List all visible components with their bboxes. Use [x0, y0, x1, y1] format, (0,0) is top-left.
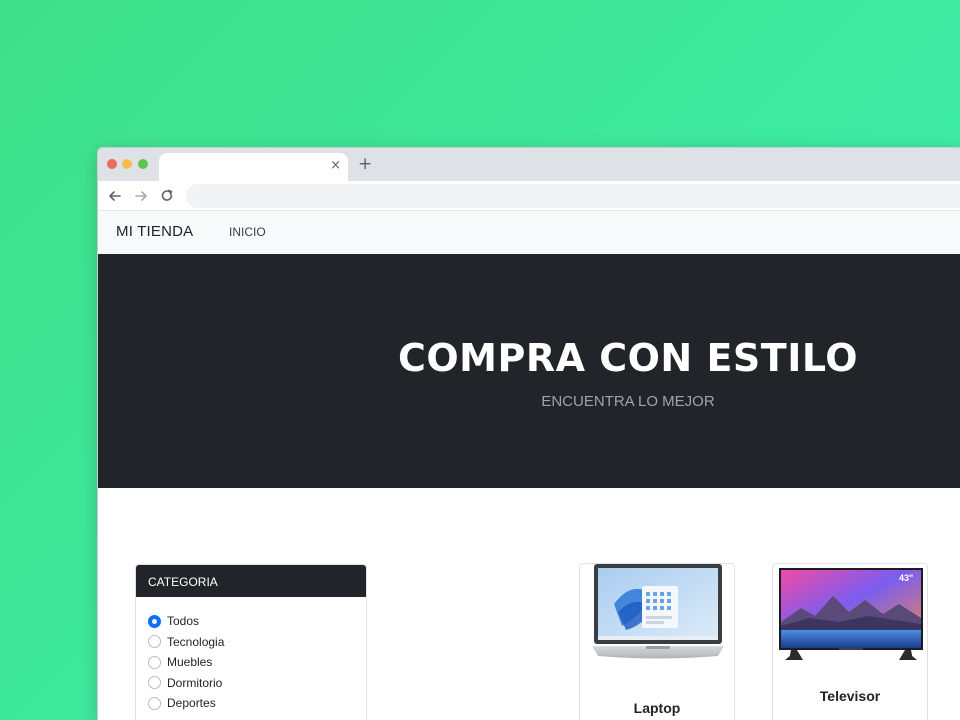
category-option-todos[interactable]: Todos	[148, 611, 354, 632]
product-name: Laptop	[633, 700, 681, 716]
category-label: Dormitorio	[167, 675, 223, 690]
category-label: Muebles	[167, 655, 213, 670]
product-card-tv[interactable]: 43" Televisor	[772, 563, 928, 720]
hero-subtitle: ENCUENTRA LO MEJOR	[541, 393, 715, 410]
hero-title: COMPRA CON ESTILO	[397, 336, 859, 380]
maximize-window-dot[interactable]	[138, 159, 148, 169]
reload-icon[interactable]	[158, 187, 176, 205]
hero-banner: COMPRA CON ESTILO ENCUENTRA LO MEJOR	[98, 254, 960, 488]
category-option-dormitorio[interactable]: Dormitorio	[148, 673, 354, 694]
radio-button[interactable]	[148, 696, 161, 710]
category-filter-card: CATEGORIA Todos Tecnologia Muebles Dormi…	[135, 564, 367, 720]
tv-size-badge: 43"	[899, 573, 913, 583]
minimize-window-dot[interactable]	[122, 159, 132, 169]
tab-bar: × +	[98, 148, 960, 181]
address-bar	[98, 181, 960, 211]
category-header: CATEGORIA	[136, 565, 366, 597]
product-name: Televisor	[819, 688, 881, 704]
page-content: MI TIENDA INICIO COMPRA CON ESTILO ENCUE…	[98, 211, 960, 720]
back-arrow-icon[interactable]	[106, 187, 124, 205]
radio-button-checked[interactable]	[148, 614, 161, 628]
product-card-laptop[interactable]: Laptop	[579, 563, 735, 720]
close-window-dot[interactable]	[107, 159, 117, 169]
category-option-deportes[interactable]: Deportes	[148, 693, 354, 714]
new-tab-icon[interactable]: +	[358, 155, 372, 173]
site-navbar: MI TIENDA INICIO	[98, 211, 960, 254]
close-tab-icon[interactable]: ×	[330, 158, 341, 174]
tv-image: 43"	[779, 568, 923, 660]
browser-tab[interactable]: ×	[159, 153, 348, 181]
category-list: Todos Tecnologia Muebles Dormitorio Depo…	[136, 597, 366, 714]
radio-button[interactable]	[148, 635, 161, 649]
laptop-image	[592, 564, 724, 659]
browser-window: × + MI TIENDA INICIO COMPRA CON ESTILO E…	[97, 147, 960, 720]
category-label: Deportes	[167, 696, 216, 711]
forward-arrow-icon[interactable]	[132, 187, 150, 205]
nav-link-inicio[interactable]: INICIO	[229, 225, 266, 239]
brand-logo[interactable]: MI TIENDA	[116, 223, 193, 240]
radio-button[interactable]	[148, 676, 161, 690]
url-input[interactable]	[186, 184, 960, 208]
category-label: Tecnologia	[167, 634, 225, 649]
radio-button[interactable]	[148, 655, 161, 669]
category-option-muebles[interactable]: Muebles	[148, 652, 354, 673]
category-label: Todos	[167, 614, 200, 629]
category-option-tecnologia[interactable]: Tecnologia	[148, 632, 354, 653]
